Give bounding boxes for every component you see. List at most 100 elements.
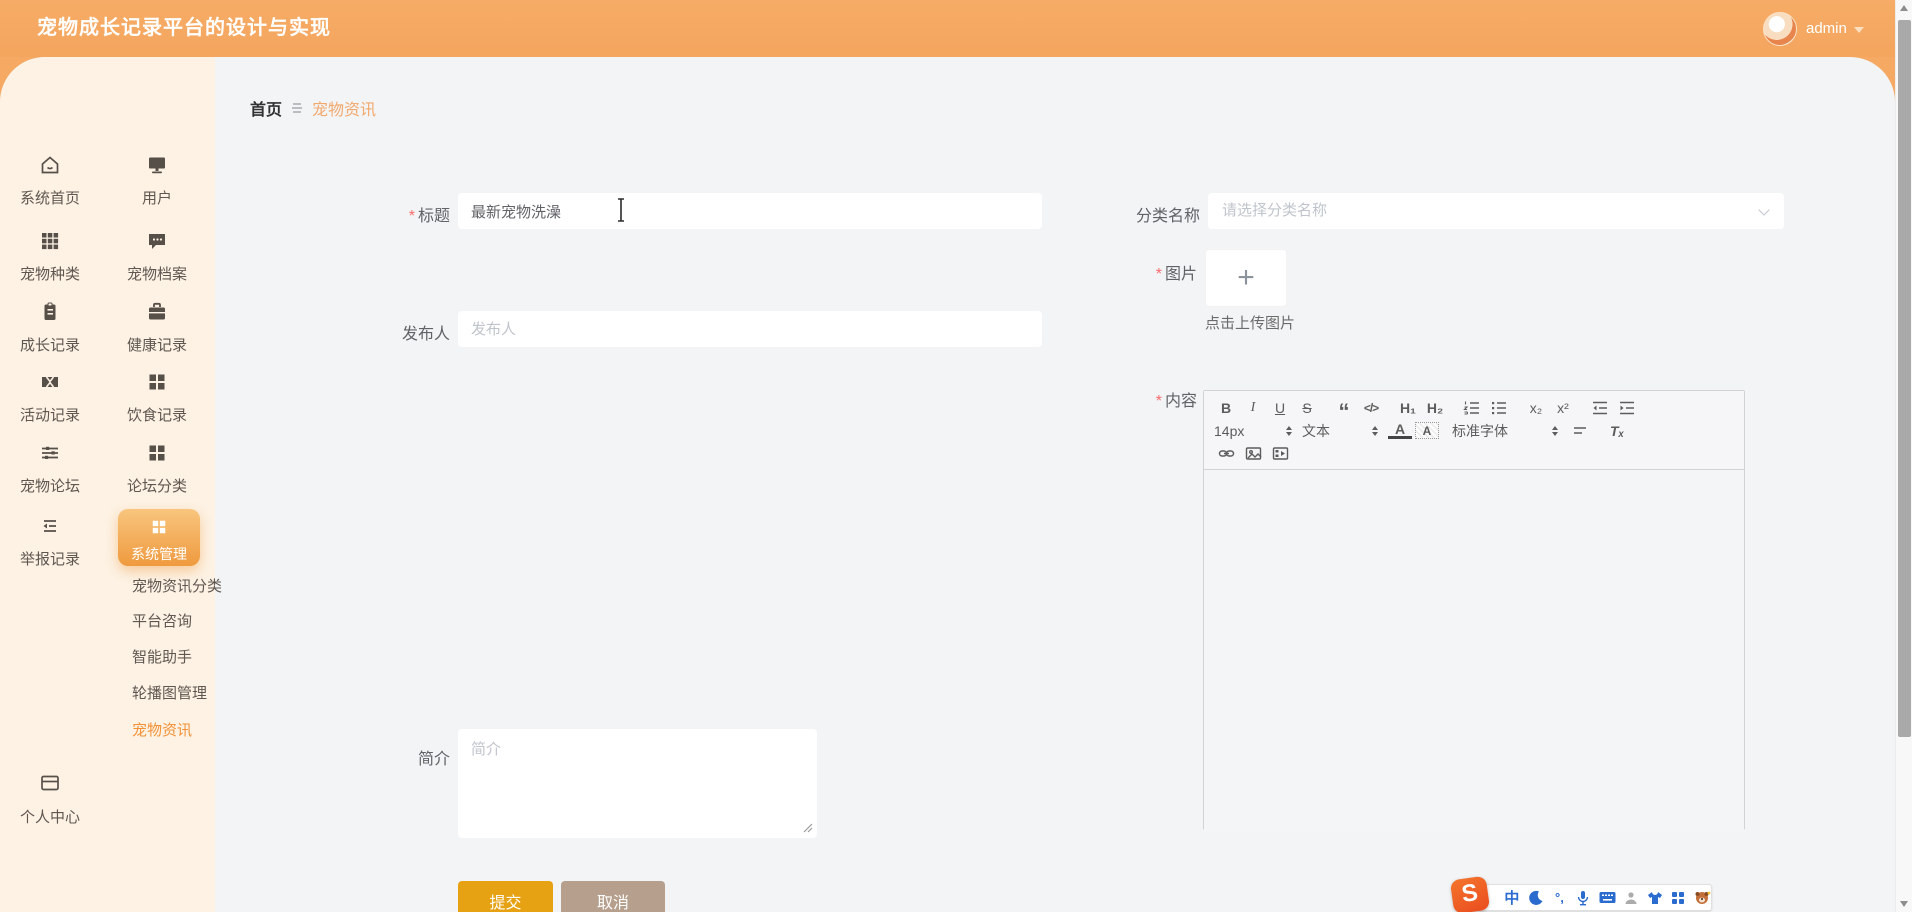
superscript-button[interactable]: x²: [1551, 397, 1575, 418]
sidebar-item-diet-records[interactable]: 饮食记录: [107, 370, 207, 425]
font-family-select[interactable]: 标准字体: [1452, 421, 1558, 441]
sidebar-item-pet-files[interactable]: 宠物档案: [107, 229, 207, 284]
cancel-button[interactable]: 取消: [561, 881, 665, 912]
grid-four-icon: [145, 370, 169, 394]
highlight-color-button[interactable]: A: [1415, 422, 1439, 439]
breadcrumb: 首页 宠物资讯: [250, 96, 376, 120]
pet-emoji-icon[interactable]: [1693, 888, 1711, 908]
bullet-list-button[interactable]: [1487, 397, 1511, 418]
scroll-up-icon[interactable]: [1900, 5, 1908, 11]
underline-button[interactable]: U: [1268, 397, 1292, 418]
blockquote-button[interactable]: “: [1332, 397, 1356, 423]
ime-toolbar: 中 °,: [1478, 884, 1712, 911]
toolbox-grid-icon[interactable]: [1669, 888, 1687, 908]
submenu-item-news-categories[interactable]: 宠物资讯分类: [132, 575, 222, 596]
user-account-icon[interactable]: [1622, 888, 1640, 908]
category-label: 分类名称: [1135, 208, 1200, 225]
sogou-logo[interactable]: S: [1449, 875, 1491, 912]
sliders-icon: [38, 441, 62, 465]
page-title: 宠物成长记录平台的设计与实现: [37, 17, 331, 39]
ordered-list-button[interactable]: [1460, 397, 1484, 418]
sidebar-item-home[interactable]: 系统首页: [0, 153, 100, 208]
category-select[interactable]: 请选择分类名称: [1208, 193, 1784, 229]
insert-image-button[interactable]: [1241, 443, 1265, 464]
editor-content-area[interactable]: [1204, 470, 1744, 833]
link-button[interactable]: [1214, 443, 1238, 464]
sidebar-item-label: 活动记录: [19, 407, 80, 424]
microphone-icon[interactable]: [1574, 888, 1592, 908]
strikethrough-button[interactable]: S: [1295, 397, 1319, 418]
sidebar-item-label: 健康记录: [126, 337, 187, 354]
sidebar-item-system-management[interactable]: 系统管理: [118, 509, 200, 566]
title-label: * 标题: [408, 208, 450, 225]
sidebar-item-pet-types[interactable]: 宠物种类: [0, 229, 100, 284]
sidebar-item-label: 宠物论坛: [19, 478, 80, 495]
main-content: 首页 宠物资讯 *标题 分类名称 请选择分类名称: [215, 57, 1895, 912]
submenu-item-carousel-management[interactable]: 轮播图管理: [132, 682, 207, 703]
insert-video-button[interactable]: [1268, 443, 1292, 464]
sidebar-item-activity-records[interactable]: 活动记录: [0, 370, 100, 425]
ime-punctuation[interactable]: °,: [1551, 888, 1569, 908]
submenu-item-pet-news[interactable]: 宠物资讯: [132, 719, 192, 740]
code-button[interactable]: </>: [1359, 397, 1383, 418]
grid-four-icon: [149, 517, 169, 537]
sidebar-item-label: 用户: [141, 190, 172, 207]
title-input[interactable]: [458, 193, 1042, 229]
sidebar: 系统首页 用户 宠物种类 宠物档案 成长记录 健康记录 活动记录 饮食记录 宠物…: [0, 57, 222, 912]
scrollbar-thumb[interactable]: [1898, 20, 1911, 737]
scroll-down-icon[interactable]: [1900, 901, 1908, 907]
moon-icon[interactable]: [1527, 888, 1545, 908]
italic-button[interactable]: I: [1241, 397, 1265, 418]
monitor-icon: [145, 153, 169, 177]
sidebar-item-growth-records[interactable]: 成长记录: [0, 300, 100, 355]
home-icon: [38, 153, 62, 177]
scrollbar[interactable]: [1895, 0, 1912, 912]
spinner-icon: [1372, 425, 1378, 436]
heading2-button[interactable]: H₂: [1423, 397, 1447, 418]
breadcrumb-separator-icon: [290, 102, 304, 114]
app-root: 宠物成长记录平台的设计与实现 admin 系统首页 用户 宠物种类 宠物档案 成…: [0, 0, 1912, 912]
subscript-button[interactable]: x₂: [1524, 397, 1548, 418]
plus-icon: +: [1237, 261, 1255, 294]
keyboard-icon[interactable]: [1598, 888, 1616, 908]
ime-chinese-mode[interactable]: 中: [1503, 888, 1521, 908]
submit-button[interactable]: 提交: [458, 881, 553, 912]
content-label: * 内容: [1155, 393, 1197, 410]
sidebar-item-pet-forum[interactable]: 宠物论坛: [0, 441, 100, 496]
sidebar-item-forum-categories[interactable]: 论坛分类: [107, 441, 207, 496]
submenu-item-platform-consult[interactable]: 平台咨询: [132, 610, 192, 631]
avatar[interactable]: [1763, 12, 1797, 46]
breadcrumb-home[interactable]: 首页: [250, 96, 282, 120]
required-mark: *: [1155, 393, 1162, 410]
spinner-icon: [1286, 425, 1292, 436]
submenu-item-smart-assistant[interactable]: 智能助手: [132, 646, 192, 667]
required-mark: *: [1155, 266, 1162, 283]
sidebar-item-profile[interactable]: 个人中心: [0, 771, 100, 827]
bold-button[interactable]: B: [1214, 397, 1238, 418]
chevron-down-icon[interactable]: [1854, 27, 1864, 33]
text-cursor: [615, 197, 627, 223]
sidebar-item-label: 宠物种类: [19, 266, 80, 283]
username-label[interactable]: admin: [1806, 0, 1847, 57]
publisher-input[interactable]: [458, 311, 1042, 347]
sidebar-item-report-records[interactable]: 举报记录: [0, 514, 100, 569]
image-upload-button[interactable]: +: [1205, 249, 1287, 307]
intro-textarea[interactable]: [458, 729, 817, 838]
format-select[interactable]: 文本: [1302, 421, 1378, 441]
outdent-button[interactable]: [1588, 397, 1612, 418]
rich-text-editor: B I U S “ </> H₁ H₂ x₂ x² 14px 文本 A A 标准…: [1203, 390, 1745, 833]
align-button[interactable]: [1568, 420, 1592, 441]
sidebar-item-users[interactable]: 用户: [107, 153, 207, 208]
image-label: * 图片: [1155, 266, 1197, 283]
breadcrumb-current: 宠物资讯: [312, 102, 377, 119]
indent-button[interactable]: [1615, 397, 1639, 418]
sidebar-item-health-records[interactable]: 健康记录: [107, 300, 207, 355]
clear-format-button[interactable]: Tₓ: [1605, 420, 1629, 441]
grid-nine-icon: [38, 229, 62, 253]
image-upload-hint: 点击上传图片: [1205, 315, 1296, 332]
text-color-button[interactable]: A: [1388, 422, 1412, 439]
chat-bubble-icon: [145, 229, 169, 253]
skin-shirt-icon[interactable]: [1646, 888, 1664, 908]
font-size-select[interactable]: 14px: [1214, 423, 1292, 439]
heading1-button[interactable]: H₁: [1396, 397, 1420, 418]
